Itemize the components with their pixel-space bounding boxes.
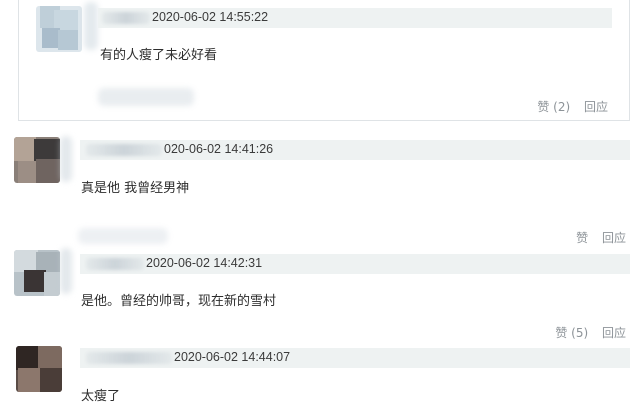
comment-meta-bar: 020-06-02 14:41:26 bbox=[80, 140, 630, 160]
comment-text: 太瘦了 bbox=[81, 389, 121, 404]
username-blurred[interactable] bbox=[102, 12, 150, 24]
comment-meta-bar: 2020-06-02 14:44:07 bbox=[80, 348, 630, 368]
comment-text: 真是他 我曾经男神 bbox=[81, 181, 190, 196]
username-blurred[interactable] bbox=[86, 144, 162, 156]
username-blurred[interactable] bbox=[86, 352, 172, 364]
username-blurred[interactable] bbox=[86, 258, 144, 270]
comment-text: 是他。曾经的帅哥，现在新的雪村 bbox=[81, 294, 277, 309]
comment-actions: 赞 回应 bbox=[576, 229, 626, 246]
comment-actions: 赞 (2) 回应 bbox=[537, 98, 608, 115]
reply-link[interactable]: 回应 bbox=[602, 229, 626, 246]
reply-link[interactable]: 回应 bbox=[602, 324, 626, 341]
avatar[interactable] bbox=[16, 346, 62, 392]
avatar[interactable] bbox=[36, 6, 82, 52]
comment-actions: 赞 (5) 回应 bbox=[555, 324, 626, 341]
like-link[interactable]: 赞 (5) bbox=[555, 324, 588, 341]
like-link[interactable]: 赞 (2) bbox=[537, 98, 570, 115]
comment-text: 有的人瘦了未必好看 bbox=[100, 48, 218, 63]
like-link[interactable]: 赞 bbox=[576, 229, 588, 246]
comment-timestamp: 020-06-02 14:41:26 bbox=[164, 142, 274, 156]
comment-timestamp: 2020-06-02 14:42:31 bbox=[146, 256, 263, 270]
avatar[interactable] bbox=[14, 250, 60, 296]
comment-meta-bar: 2020-06-02 14:55:22 bbox=[98, 8, 612, 28]
avatar[interactable] bbox=[14, 137, 60, 183]
comment-meta-bar: 2020-06-02 14:42:31 bbox=[80, 254, 630, 274]
reply-link[interactable]: 回应 bbox=[584, 98, 608, 115]
comment-timestamp: 2020-06-02 14:55:22 bbox=[152, 10, 269, 24]
comment-timestamp: 2020-06-02 14:44:07 bbox=[174, 350, 291, 364]
